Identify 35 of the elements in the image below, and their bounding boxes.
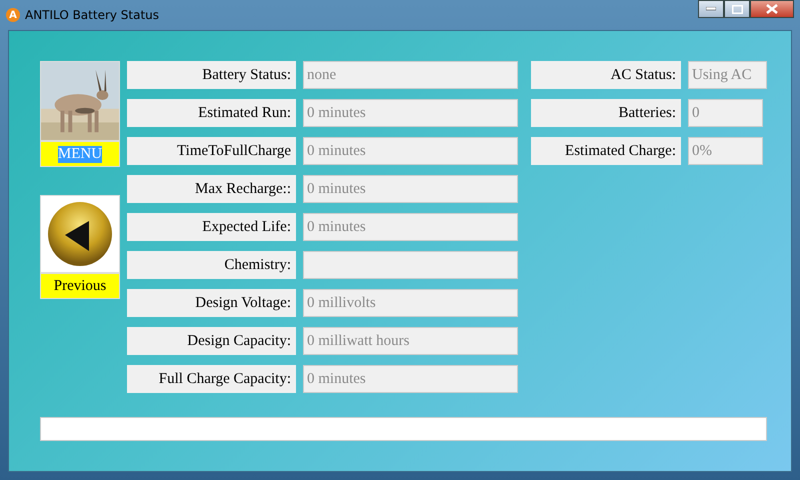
value-field[interactable]	[303, 251, 518, 279]
value-field[interactable]: 0%	[688, 137, 763, 165]
field-label: Design Voltage:	[127, 289, 296, 317]
value-field[interactable]: 0 milliwatt hours	[303, 327, 518, 355]
field-label: Expected Life:	[127, 213, 296, 241]
previous-button[interactable]: Previous	[40, 273, 120, 299]
field-label: Estimated Charge:	[531, 137, 681, 165]
app-icon: A	[6, 8, 20, 22]
field-label: Max Recharge::	[127, 175, 296, 203]
close-icon	[766, 4, 778, 14]
value-field[interactable]: 0 millivolts	[303, 289, 518, 317]
value-field[interactable]: 0 minutes	[303, 365, 518, 393]
field-label: Batteries:	[531, 99, 681, 127]
value-field[interactable]: 0 minutes	[303, 175, 518, 203]
field-label: Battery Status:	[127, 61, 296, 89]
menu-label[interactable]: MENU	[58, 146, 102, 162]
minimize-icon	[706, 7, 716, 11]
minimize-button[interactable]	[698, 0, 724, 18]
close-button[interactable]	[750, 0, 794, 18]
maximize-icon	[732, 4, 742, 14]
field-label: Design Capacity:	[127, 327, 296, 355]
field-label: AC Status:	[531, 61, 681, 89]
field-label: Estimated Run:	[127, 99, 296, 127]
status-field[interactable]	[40, 417, 767, 441]
value-field[interactable]: Using AC	[688, 61, 767, 89]
field-label: Chemistry:	[127, 251, 296, 279]
value-field[interactable]: none	[303, 61, 518, 89]
value-field[interactable]: 0	[688, 99, 763, 127]
value-field[interactable]: 0 minutes	[303, 99, 518, 127]
field-label: TimeToFullCharge	[127, 137, 296, 165]
window-title: ANTILO Battery Status	[25, 8, 160, 22]
value-field[interactable]: 0 minutes	[303, 213, 518, 241]
value-field[interactable]: 0 minutes	[303, 137, 518, 165]
maximize-button[interactable]	[724, 0, 750, 18]
field-label: Full Charge Capacity:	[127, 365, 296, 393]
